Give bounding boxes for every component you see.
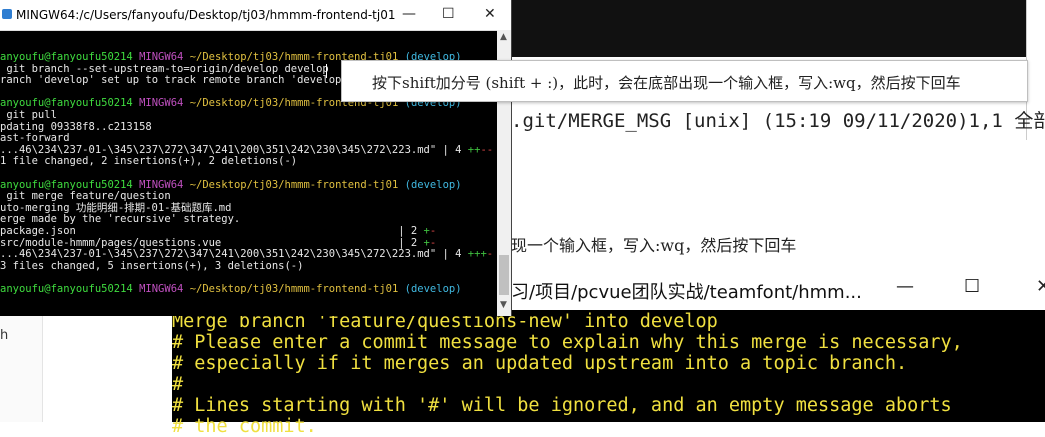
background-dark-window	[511, 0, 1026, 57]
text-cursor	[326, 64, 327, 78]
vim-line: #	[172, 374, 184, 395]
terminal-minimize-button[interactable]: —	[402, 6, 416, 22]
document-snippet: 现一个输入框，写入:wq，然后按下回车	[511, 236, 797, 255]
terminal-title: MINGW64:/c/Users/fanyoufu/Desktop/tj03/h…	[16, 8, 396, 22]
scroll-down-arrow-icon[interactable]: ▼	[500, 300, 507, 310]
terminal-close-button[interactable]: ✕	[484, 6, 496, 22]
second-window-minimize-button[interactable]: —	[896, 276, 914, 297]
vim-line: # Lines starting with '#' will be ignore…	[172, 395, 952, 416]
vim-line: # especially if it merges an updated ups…	[172, 353, 908, 374]
terminal-scrollbar-thumb[interactable]	[499, 255, 509, 295]
instruction-tooltip-text: 按下shift加分号 (shift + :)，此时，会在底部出现一个输入框，写入…	[372, 74, 961, 92]
terminal-output-line: ranch 'develop' set up to track remote b…	[0, 74, 348, 87]
terminal-output-line: 1 file changed, 2 insertions(+), 2 delet…	[0, 155, 298, 168]
terminal-output-line: git pull	[0, 109, 57, 121]
vim-line: # the commit.	[172, 416, 317, 437]
terminal-output-line: 3 files changed, 5 insertions(+), 3 dele…	[0, 259, 304, 272]
mingw-logo-icon	[2, 9, 12, 19]
second-window-maximize-button[interactable]: ☐	[964, 276, 980, 297]
terminal-maximize-button[interactable]: ☐	[442, 6, 455, 22]
second-window-close-button[interactable]: ✕	[1036, 276, 1045, 297]
background-page-letter: h	[0, 328, 9, 343]
terminal-prompt-line: anyoufu@fanyoufu50214 MINGW64 ~/Desktop/…	[0, 283, 462, 295]
second-window-title: 习/项目/pcvue团队实战/teamfont/hmm...	[511, 282, 862, 303]
vim-status-line: .git/MERGE_MSG [unix] (15:19 09/11/2020)…	[511, 110, 1045, 132]
vim-line: # Please enter a commit message to expla…	[172, 332, 963, 353]
terminal-output-line: package.json | 2 +-	[0, 225, 437, 237]
scroll-up-arrow-icon[interactable]: ▲	[500, 32, 507, 42]
